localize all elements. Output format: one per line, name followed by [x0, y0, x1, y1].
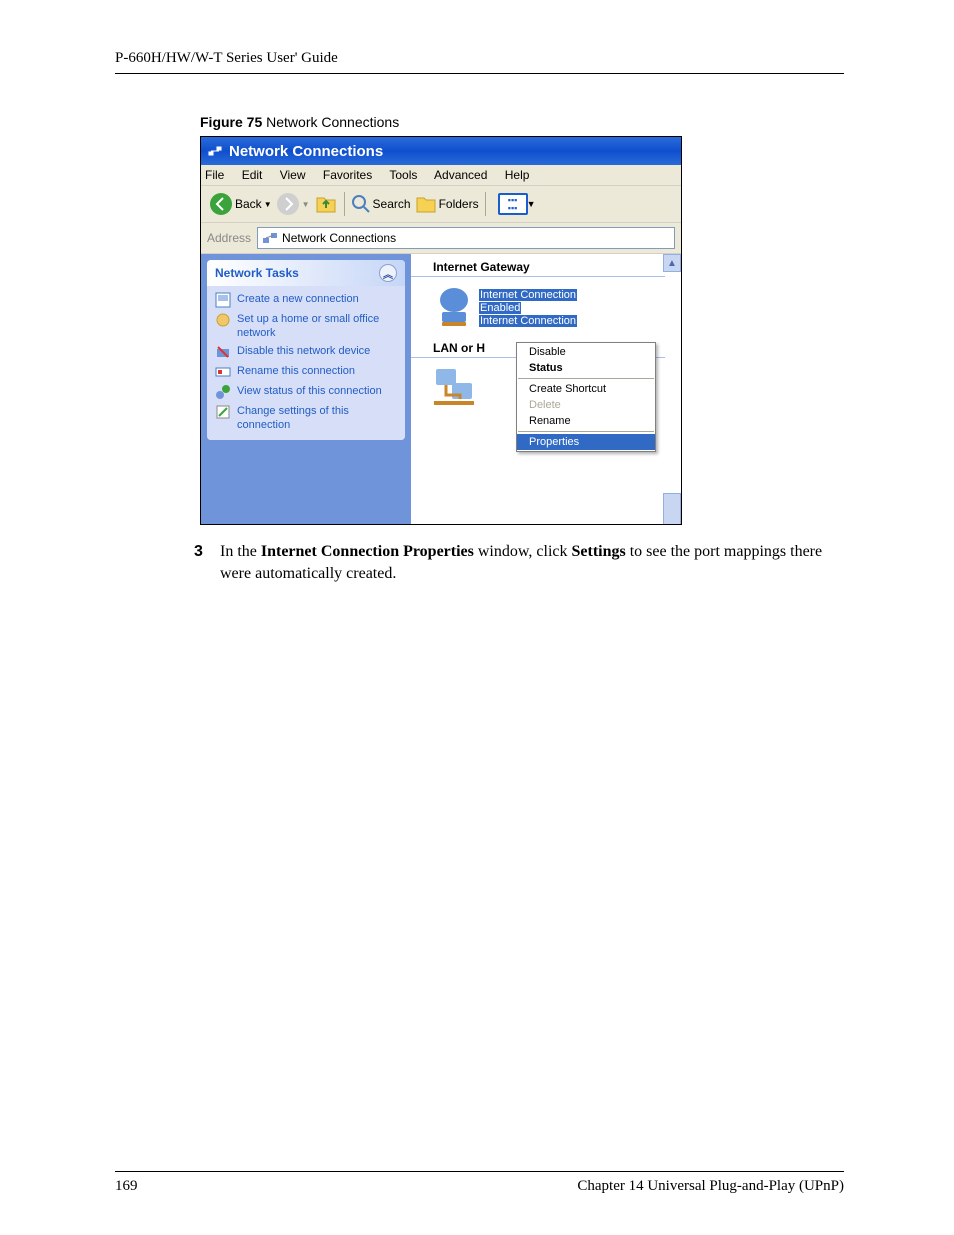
- views-button[interactable]: ▪▪▪▪▪▪ ▼: [498, 193, 528, 215]
- page-header: P-660H/HW/W-T Series User' Guide: [115, 50, 844, 74]
- up-button[interactable]: [314, 192, 338, 216]
- step-bold-2: Settings: [571, 543, 625, 560]
- task-label: Disable this network device: [237, 344, 370, 358]
- menu-separator: [518, 378, 654, 379]
- back-icon: [209, 192, 233, 216]
- views-icon: ▪▪▪▪▪▪: [508, 196, 518, 212]
- address-label: Address: [207, 231, 251, 245]
- task-label: Create a new connection: [237, 292, 359, 306]
- item-name: Internet Connection: [479, 289, 577, 301]
- step-text-1: In the: [220, 543, 261, 560]
- menu-view[interactable]: View: [280, 168, 306, 182]
- search-button[interactable]: Search: [351, 194, 411, 214]
- item-text: Internet Connection Enabled Internet Con…: [479, 283, 577, 328]
- task-create-connection[interactable]: Create a new connection: [215, 292, 397, 308]
- network-icon: [207, 143, 223, 159]
- toolbar: Back ▼ ▼ Search Folders ▪▪▪▪▪▪ ▼: [201, 186, 681, 223]
- address-field[interactable]: Network Connections: [257, 227, 675, 249]
- menu-create-shortcut[interactable]: Create Shortcut: [517, 381, 655, 397]
- step-text-2: window, click: [474, 543, 572, 560]
- content-area: Network Tasks ︽ Create a new connection …: [201, 254, 681, 525]
- figure-title: Network Connections: [262, 114, 399, 130]
- chapter-title: Chapter 14 Universal Plug-and-Play (UPnP…: [577, 1178, 844, 1195]
- forward-icon: [276, 192, 300, 216]
- task-rename-connection[interactable]: Rename this connection: [215, 364, 397, 380]
- menu-bar[interactable]: File Edit View Favorites Tools Advanced …: [201, 165, 681, 186]
- menu-help[interactable]: Help: [505, 168, 530, 182]
- address-icon: [262, 230, 278, 246]
- panel-title: Network Tasks: [215, 266, 299, 280]
- gateway-icon: [429, 283, 479, 331]
- menu-disable[interactable]: Disable: [517, 344, 655, 360]
- menu-rename[interactable]: Rename: [517, 413, 655, 429]
- scroll-thumb[interactable]: [663, 493, 681, 525]
- tasks-sidebar: Network Tasks ︽ Create a new connection …: [201, 254, 411, 525]
- search-label: Search: [373, 197, 411, 211]
- items-pane[interactable]: ▲ Internet Gateway Internet Connection E…: [411, 254, 681, 525]
- step-bold-1: Internet Connection Properties: [261, 543, 474, 560]
- menu-status[interactable]: Status: [517, 360, 655, 376]
- disable-icon: [215, 344, 231, 360]
- window-titlebar[interactable]: Network Connections: [201, 137, 681, 165]
- status-icon: [215, 384, 231, 400]
- task-change-settings[interactable]: Change settings of this connection: [215, 404, 397, 432]
- menu-edit[interactable]: Edit: [242, 168, 263, 182]
- rename-icon: [215, 364, 231, 380]
- address-value: Network Connections: [282, 231, 396, 245]
- menu-favorites[interactable]: Favorites: [323, 168, 372, 182]
- panel-body: Create a new connection Set up a home or…: [207, 286, 405, 440]
- task-label: Rename this connection: [237, 364, 355, 378]
- context-menu: Disable Status Create Shortcut Delete Re…: [516, 342, 656, 452]
- figure-number: Figure 75: [200, 114, 262, 130]
- menu-delete: Delete: [517, 397, 655, 413]
- folders-icon: [415, 194, 437, 214]
- network-tasks-panel: Network Tasks ︽ Create a new connection …: [207, 260, 405, 440]
- internet-connection-item[interactable]: Internet Connection Enabled Internet Con…: [411, 283, 681, 331]
- screenshot-window: Network Connections File Edit View Favor…: [200, 136, 682, 525]
- instruction-step: 3 In the Internet Connection Properties …: [200, 541, 844, 585]
- wizard-icon: [215, 292, 231, 308]
- menu-tools[interactable]: Tools: [389, 168, 417, 182]
- menu-separator: [518, 431, 654, 432]
- folders-button[interactable]: Folders: [415, 194, 479, 214]
- item-status: Enabled: [479, 302, 521, 314]
- step-number: 3: [194, 541, 203, 563]
- collapse-icon[interactable]: ︽: [379, 264, 397, 282]
- settings-icon: [215, 404, 231, 420]
- page-footer: 169 Chapter 14 Universal Plug-and-Play (…: [115, 1171, 844, 1195]
- task-disable-device[interactable]: Disable this network device: [215, 344, 397, 360]
- item-type: Internet Connection: [479, 315, 577, 327]
- task-setup-network[interactable]: Set up a home or small office network: [215, 312, 397, 340]
- scroll-up-button[interactable]: ▲: [663, 254, 681, 272]
- page-number: 169: [115, 1178, 138, 1195]
- window-title: Network Connections: [229, 143, 383, 160]
- task-label: Set up a home or small office network: [237, 312, 397, 340]
- home-network-icon: [215, 312, 231, 328]
- back-label: Back: [235, 197, 262, 211]
- group-internet-gateway: Internet Gateway: [411, 254, 665, 277]
- task-label: Change settings of this connection: [237, 404, 397, 432]
- task-view-status[interactable]: View status of this connection: [215, 384, 397, 400]
- panel-header[interactable]: Network Tasks ︽: [207, 260, 405, 286]
- task-label: View status of this connection: [237, 384, 382, 398]
- menu-advanced[interactable]: Advanced: [434, 168, 487, 182]
- menu-file[interactable]: File: [205, 168, 224, 182]
- lan-icon: [429, 364, 479, 412]
- folders-label: Folders: [439, 197, 479, 211]
- back-button[interactable]: Back ▼: [209, 192, 272, 216]
- menu-properties[interactable]: Properties: [517, 434, 655, 450]
- figure-caption: Figure 75 Network Connections: [200, 114, 844, 130]
- search-icon: [351, 194, 371, 214]
- forward-button[interactable]: ▼: [276, 192, 310, 216]
- folder-up-icon: [314, 192, 338, 216]
- address-bar: Address Network Connections: [201, 223, 681, 254]
